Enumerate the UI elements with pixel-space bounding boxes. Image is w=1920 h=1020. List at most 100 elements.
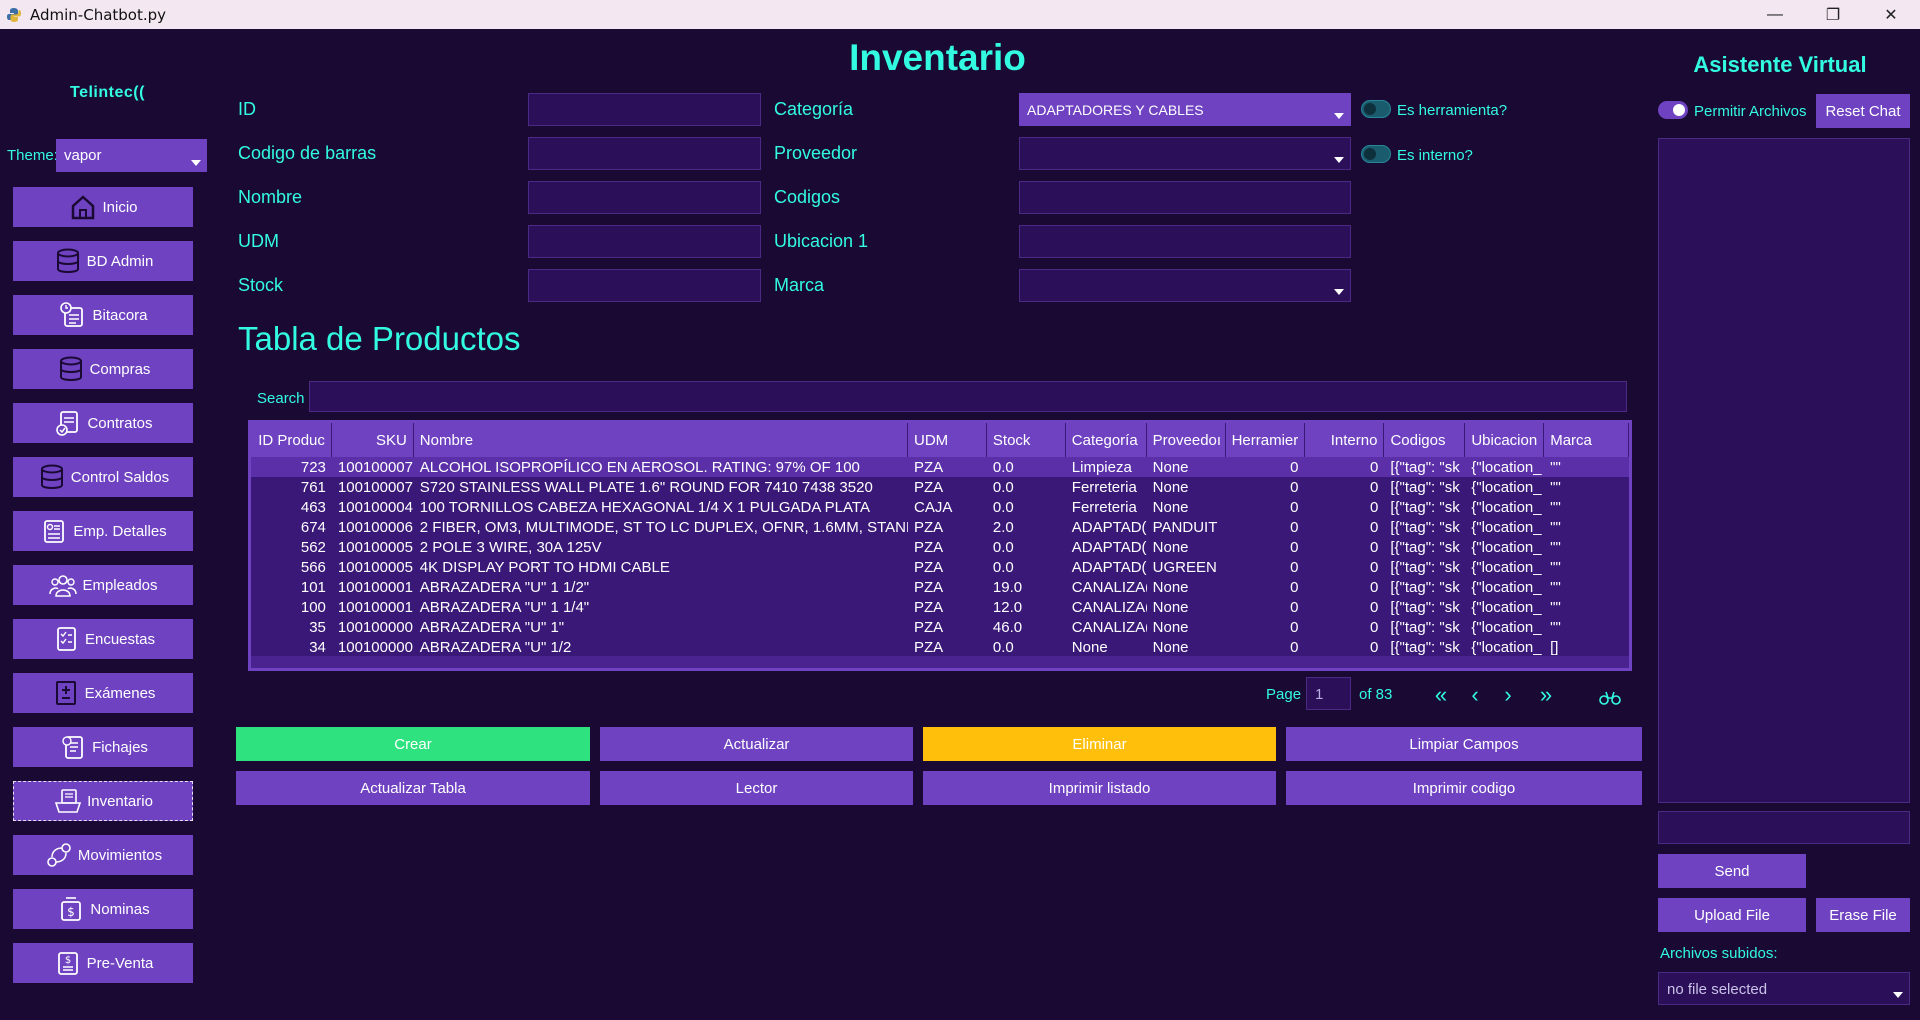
col-sku-cell: 100100001 xyxy=(337,579,413,596)
reader-button[interactable]: Lector xyxy=(600,771,913,805)
survey-icon xyxy=(57,627,76,651)
allow-files-toggle[interactable] xyxy=(1658,101,1688,119)
col-stock-cell: 0.0 xyxy=(992,559,1014,576)
table-body[interactable]: 723 100100007 ALCOHOL ISOPROPÍLICO EN AERO… xyxy=(251,457,1629,657)
products-table[interactable]: ID Produc SKU Nombre UDM Stock Categoría Prove… xyxy=(248,420,1632,671)
last-page-button[interactable]: » xyxy=(1533,682,1559,708)
binoculars-icon[interactable] xyxy=(1598,687,1622,707)
nav-bd-admin-button[interactable]: BD Admin xyxy=(13,241,193,281)
col-interno-cell: 0 xyxy=(1370,619,1379,636)
chat-history[interactable] xyxy=(1658,138,1910,803)
col-codigos-header[interactable]: Codigos xyxy=(1384,423,1466,457)
col-marca-cell: "" xyxy=(1550,619,1561,636)
table-row[interactable]: 674 100100006 2 FIBER, OM3, MULTIMODE, ST … xyxy=(251,517,1629,537)
database-icon xyxy=(56,248,79,273)
col-sku-header[interactable]: SKU xyxy=(332,423,414,457)
udm-input[interactable] xyxy=(528,225,761,258)
first-page-button[interactable]: « xyxy=(1428,682,1454,708)
prev-page-button[interactable]: ‹ xyxy=(1462,682,1488,708)
barcode-input[interactable] xyxy=(528,137,761,170)
codes-input[interactable] xyxy=(1019,181,1351,214)
refresh-table-button[interactable]: Actualizar Tabla xyxy=(236,771,590,805)
col-proveedor-cell: PANDUIT xyxy=(1152,519,1218,536)
nav-control-saldos-button[interactable]: Control Saldos xyxy=(13,457,193,497)
nav-contratos-button[interactable]: Contratos xyxy=(13,403,193,443)
theme-select[interactable]: vapor xyxy=(56,139,207,172)
col-ubicacion-cell: {"location_ xyxy=(1471,599,1542,616)
table-row[interactable]: 101 100100001 ABRAZADERA "U" 1 1/2" PZA 19.0… xyxy=(251,577,1629,597)
nav-movimientos-button[interactable]: Movimientos xyxy=(13,835,193,875)
stock-input[interactable] xyxy=(528,269,761,302)
stock-label: Stock xyxy=(238,275,284,295)
search-input[interactable] xyxy=(309,381,1627,412)
nav-encuestas-button[interactable]: Encuestas xyxy=(13,619,193,659)
col-id-header[interactable]: ID Produc xyxy=(251,423,332,457)
table-row[interactable]: 100 100100001 ABRAZADERA "U" 1 1/4" PZA 12.0… xyxy=(251,597,1629,617)
nav-empleados-button[interactable]: Empleados xyxy=(13,565,193,605)
delete-button[interactable]: Eliminar xyxy=(923,727,1276,761)
update-button[interactable]: Actualizar xyxy=(600,727,913,761)
send-button[interactable]: Send xyxy=(1658,854,1806,888)
upload-file-button[interactable]: Upload File xyxy=(1658,898,1806,932)
uploaded-files-select[interactable]: no file selected xyxy=(1658,972,1910,1005)
col-codigos-cell: [{"tag": "sk xyxy=(1390,459,1460,476)
col-ubicacion-header[interactable]: Ubicacion xyxy=(1465,423,1545,457)
location-input[interactable] xyxy=(1019,225,1351,258)
print-code-button[interactable]: Imprimir codigo xyxy=(1286,771,1642,805)
horizontal-scrollbar[interactable] xyxy=(251,656,1629,668)
internal-toggle[interactable] xyxy=(1361,145,1391,163)
nav-compras-button[interactable]: Compras xyxy=(13,349,193,389)
nav-movimientos-label: Movimientos xyxy=(77,846,163,864)
brand-select[interactable] xyxy=(1019,269,1351,302)
table-row[interactable]: 566 100100005 4K DISPLAY PORT TO HDMI CABL… xyxy=(251,557,1629,577)
nav-inventario-button[interactable]: Inventario xyxy=(13,781,193,821)
nav-examenes-button[interactable]: Exámenes xyxy=(13,673,193,713)
col-nombre-header[interactable]: Nombre xyxy=(414,423,908,457)
col-interno-header[interactable]: Interno xyxy=(1305,423,1385,457)
table-row[interactable]: 723 100100007 ALCOHOL ISOPROPÍLICO EN AERO… xyxy=(251,457,1629,477)
nav-inicio-button[interactable]: Inicio xyxy=(13,187,193,227)
tool-toggle[interactable] xyxy=(1361,100,1391,118)
nav-nominas-button[interactable]: $ Nominas xyxy=(13,889,193,929)
nav-pre-venta-button[interactable]: $ Pre-Venta xyxy=(13,943,193,983)
erase-file-button[interactable]: Erase File xyxy=(1816,898,1910,932)
nav-bitacora-button[interactable]: Bitacora xyxy=(13,295,193,335)
nav-emp-detalles-button[interactable]: Emp. Detalles xyxy=(13,511,193,551)
id-input[interactable] xyxy=(528,93,761,126)
clear-fields-button[interactable]: Limpiar Campos xyxy=(1286,727,1642,761)
col-udm-cell: PZA xyxy=(914,559,944,576)
table-row[interactable]: 463 100100004 100 TORNILLOS CABEZA HEXAGON… xyxy=(251,497,1629,517)
col-herramienta-header[interactable]: Herramier xyxy=(1226,423,1305,457)
col-marca-header[interactable]: Marca xyxy=(1544,423,1629,457)
page-number-input[interactable]: 1 xyxy=(1306,677,1351,710)
col-udm-header[interactable]: UDM xyxy=(908,423,987,457)
print-list-button[interactable]: Imprimir listado xyxy=(923,771,1276,805)
table-row[interactable]: 562 100100005 2 POLE 3 WIRE, 30A 125V PZA 0.… xyxy=(251,537,1629,557)
col-ubicacion-cell: {"location_ xyxy=(1471,579,1542,596)
col-proveedor-header[interactable]: Proveedoı xyxy=(1147,423,1226,457)
supplier-select[interactable] xyxy=(1019,137,1351,170)
category-select[interactable]: ADAPTADORES Y CABLES xyxy=(1019,93,1351,126)
chat-input[interactable] xyxy=(1658,811,1910,844)
table-row[interactable]: 34 100100000 ABRAZADERA "U" 1/2 PZA 0.0 None N… xyxy=(251,637,1629,657)
reset-chat-button[interactable]: Reset Chat xyxy=(1816,94,1910,128)
table-row[interactable]: 35 100100000 ABRAZADERA "U" 1" PZA 46.0 CANAL… xyxy=(251,617,1629,637)
nav-inicio-label: Inicio xyxy=(102,198,138,216)
col-id-cell: 562 xyxy=(300,539,326,556)
name-input[interactable] xyxy=(528,181,761,214)
close-button[interactable]: ✕ xyxy=(1862,0,1920,29)
next-page-button[interactable]: › xyxy=(1495,682,1521,708)
window-titlebar: Admin-Chatbot.py — ❐ ✕ xyxy=(0,0,1920,29)
restore-button[interactable]: ❐ xyxy=(1804,0,1862,29)
col-categoria-header[interactable]: Categoría xyxy=(1066,423,1147,457)
create-button[interactable]: Crear xyxy=(236,727,590,761)
col-stock-header[interactable]: Stock xyxy=(987,423,1066,457)
id-label: ID xyxy=(238,99,256,119)
table-row[interactable]: 761 100100007 S720 STAINLESS WALL PLATE 1.… xyxy=(251,477,1629,497)
employee-details-icon xyxy=(44,520,65,543)
col-id-cell: 101 xyxy=(300,579,326,596)
contract-icon xyxy=(56,411,79,436)
minimize-button[interactable]: — xyxy=(1746,0,1804,29)
nav-fichajes-button[interactable]: Fichajes xyxy=(13,727,193,767)
col-udm-cell: PZA xyxy=(914,619,944,636)
